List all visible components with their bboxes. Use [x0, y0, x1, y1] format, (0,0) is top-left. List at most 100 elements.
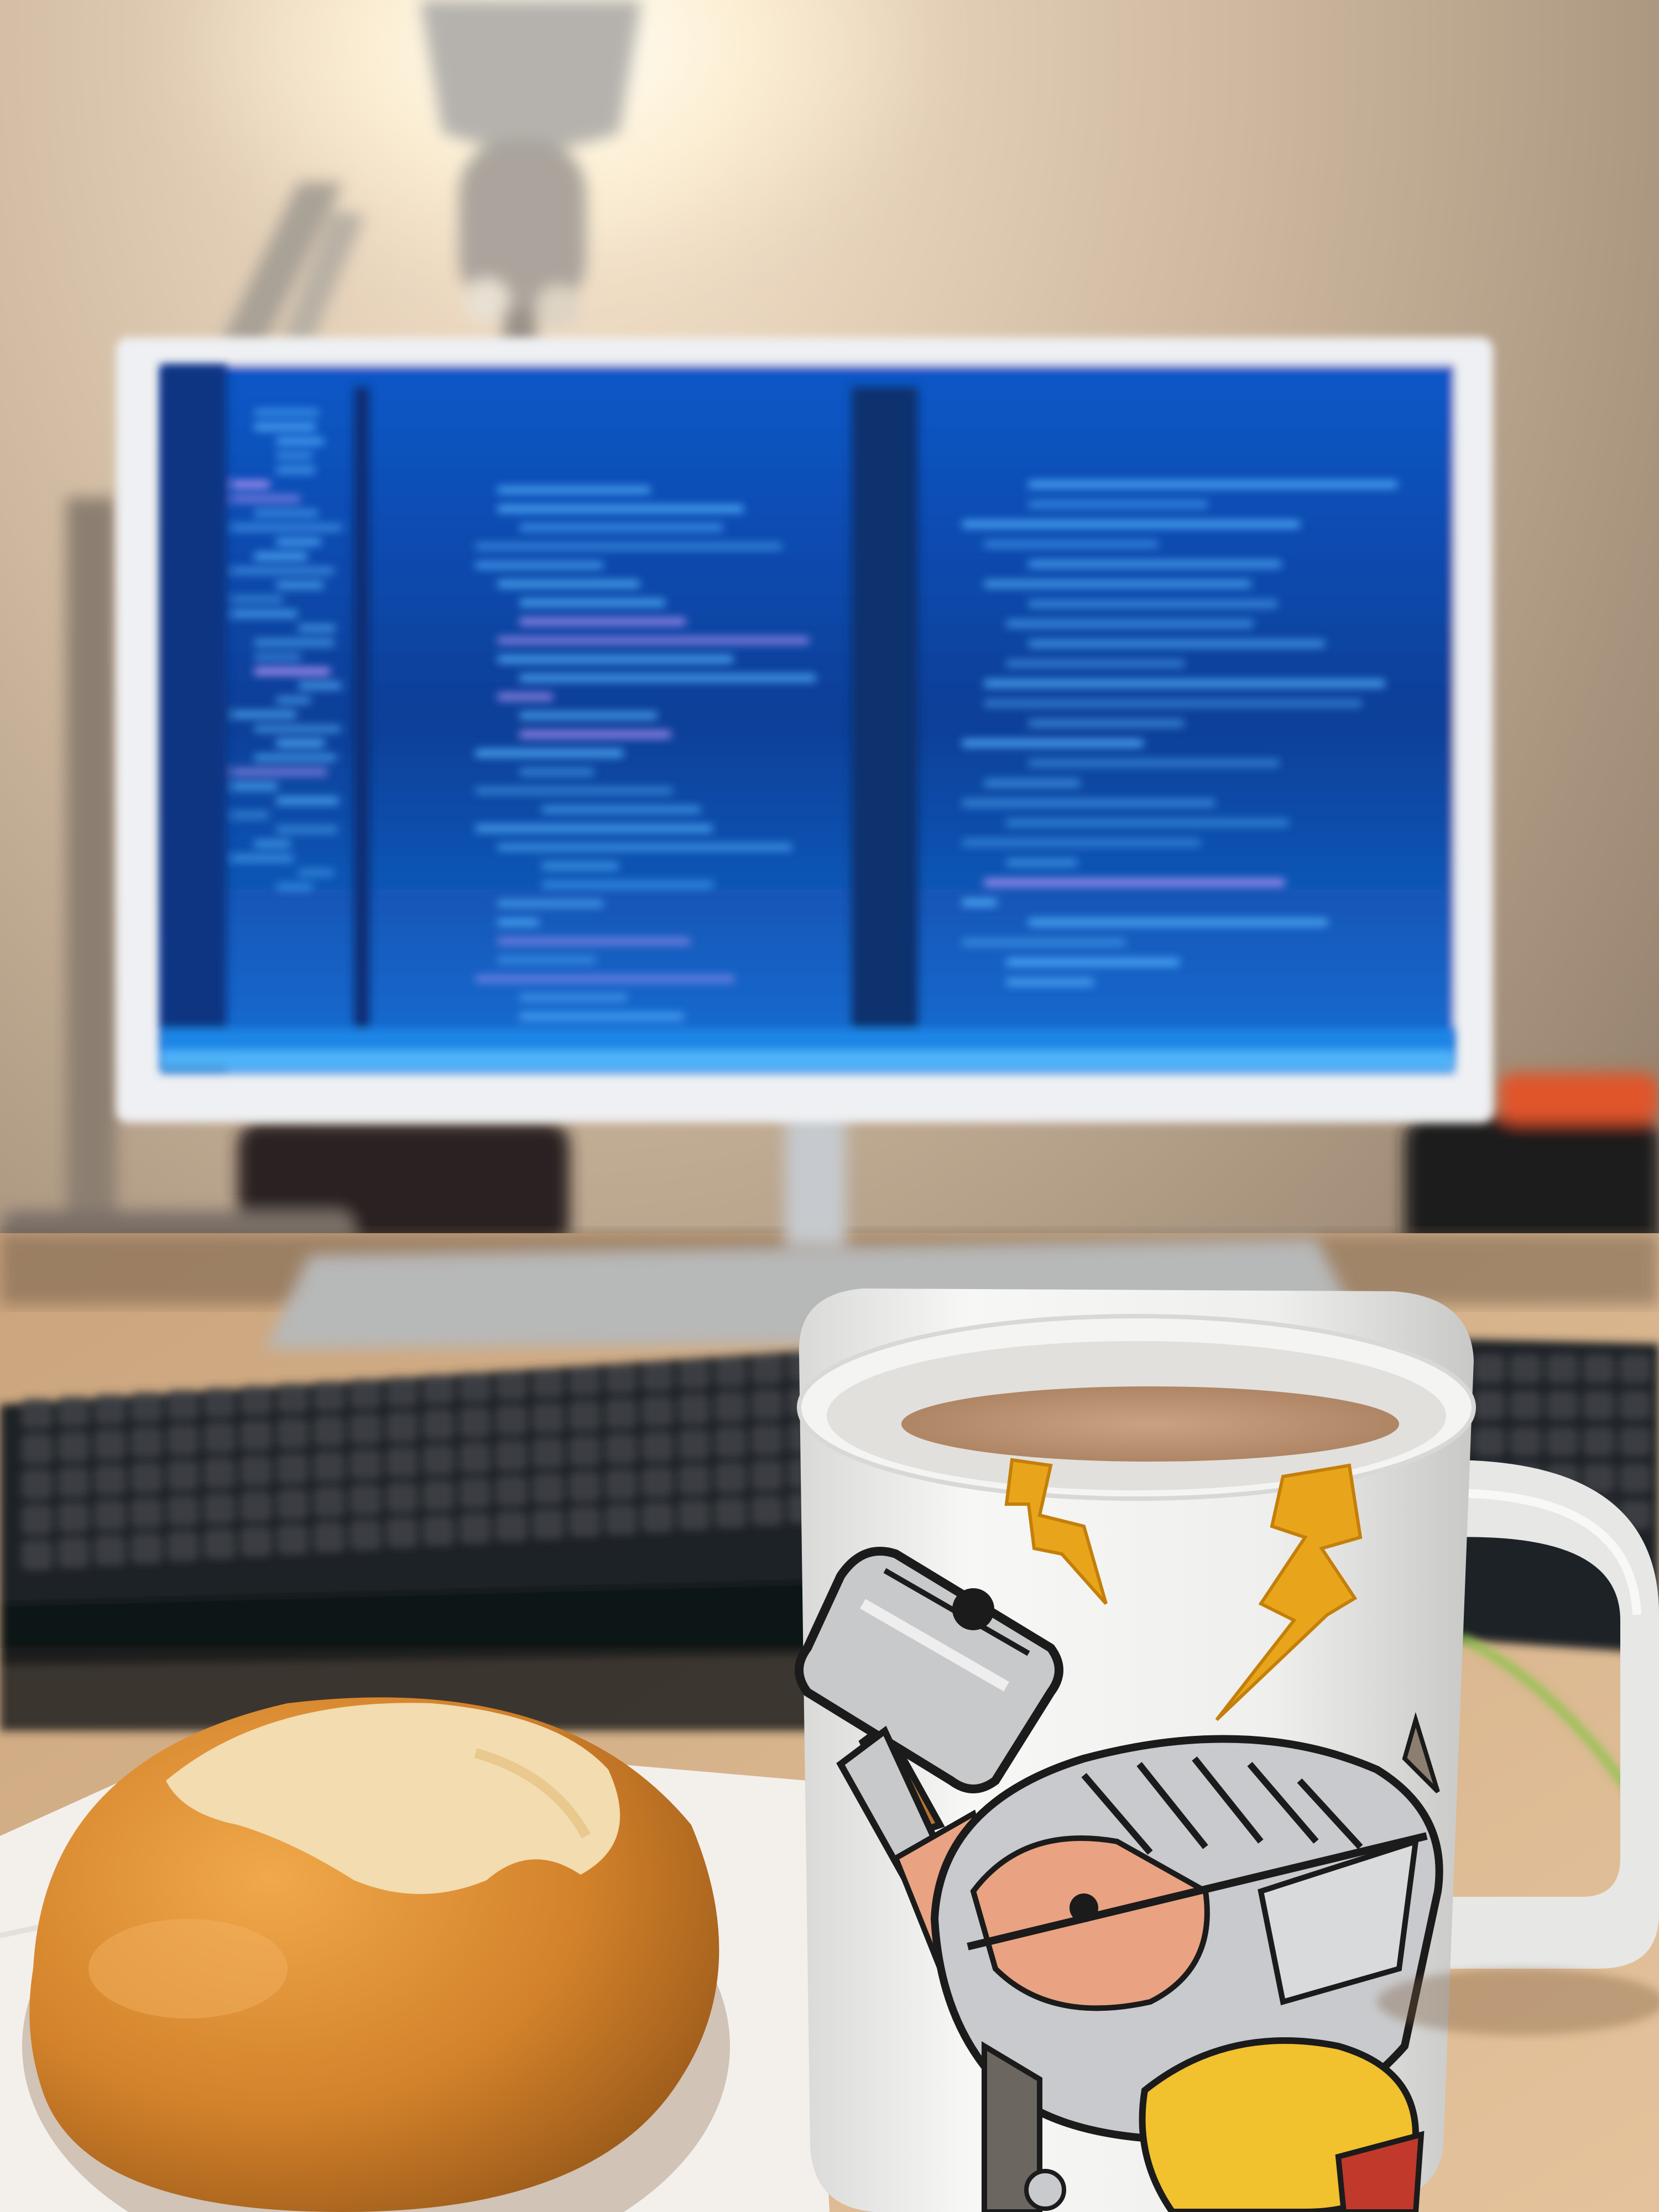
code-line [276, 582, 324, 588]
code-line [984, 780, 1080, 786]
keyboard-key [132, 1463, 161, 1492]
keyboard-key [570, 1366, 599, 1395]
keyboard-key [1620, 1464, 1650, 1492]
keyboard-key [168, 1461, 198, 1490]
keyboard-key [314, 1381, 344, 1410]
keyboard-key [1547, 1428, 1577, 1455]
code-line [962, 740, 1144, 747]
keyboard-key [533, 1439, 563, 1468]
code-line [1029, 640, 1325, 647]
code-line [254, 726, 341, 732]
keyboard-key [460, 1514, 490, 1543]
keyboard-key [387, 1519, 417, 1547]
keyboard-key [1620, 1391, 1650, 1419]
keyboard-key [752, 1461, 782, 1490]
code-line [254, 424, 316, 430]
keyboard-key [205, 1423, 234, 1452]
keyboard-key [22, 1399, 52, 1428]
code-line [299, 869, 333, 876]
keyboard-key [278, 1490, 307, 1519]
code-line [962, 899, 997, 906]
code-line [962, 839, 1201, 846]
keyboard-key [241, 1457, 271, 1485]
keyboard-key [752, 1390, 782, 1419]
keyboard-key [643, 1397, 672, 1426]
keyboard-key [205, 1459, 234, 1488]
keyboard-key [132, 1499, 161, 1527]
code-line [520, 618, 686, 625]
keyboard-key [241, 1421, 271, 1450]
keyboard-key [570, 1437, 599, 1465]
keyboard-key [95, 1501, 125, 1530]
code-line [498, 844, 792, 851]
code-line [520, 599, 665, 606]
keyboard-key [570, 1472, 599, 1501]
keyboard-key [314, 1417, 344, 1446]
keyboard-key [1511, 1355, 1541, 1383]
code-line [520, 731, 671, 738]
keyboard-key [752, 1426, 782, 1454]
keyboard-key [1474, 1355, 1504, 1383]
keyboard-key [314, 1523, 344, 1552]
keyboard-key [241, 1492, 271, 1521]
keyboard-key [1620, 1355, 1650, 1383]
code-line [962, 800, 1215, 806]
code-line [276, 884, 313, 890]
code-line [276, 740, 325, 747]
keyboard-key [95, 1465, 125, 1494]
keyboard-key [351, 1521, 380, 1550]
keyboard-key [1547, 1355, 1577, 1383]
keyboard-key [59, 1397, 88, 1426]
keyboard-key [314, 1488, 344, 1516]
code-line [542, 806, 701, 813]
keyboard-key [59, 1468, 88, 1496]
code-line [254, 553, 307, 560]
code-line [232, 769, 327, 775]
code-line [498, 693, 553, 700]
code-line [254, 841, 291, 847]
code-line [520, 994, 627, 1001]
keyboard-key [679, 1395, 709, 1423]
keyboard-key [1511, 1428, 1541, 1455]
keyboard-key [241, 1386, 271, 1415]
code-line [254, 510, 319, 517]
code-line [984, 700, 1362, 707]
code-line [254, 654, 301, 660]
keyboard-key [606, 1505, 636, 1534]
keyboard-key [424, 1410, 453, 1439]
code-line [276, 826, 337, 833]
keyboard-key [387, 1412, 417, 1441]
keyboard-key [95, 1430, 125, 1459]
code-line [1006, 959, 1180, 966]
keyboard-key [205, 1530, 234, 1558]
code-line [1006, 820, 1288, 826]
keyboard-key [424, 1516, 453, 1545]
keyboard-key [132, 1428, 161, 1457]
code-line [962, 939, 1126, 946]
keyboard-key [679, 1465, 709, 1494]
code-line [1029, 720, 1184, 727]
keyboard-key [643, 1468, 672, 1496]
keyboard-key [533, 1510, 563, 1538]
keyboard-key [1584, 1428, 1614, 1455]
code-line [232, 567, 334, 574]
keyboard-key [643, 1503, 672, 1532]
keyboard-key [716, 1463, 745, 1492]
code-line [276, 467, 315, 473]
photo-canvas [0, 0, 1659, 2212]
code-line [476, 750, 623, 757]
keyboard-key [497, 1406, 526, 1434]
code-line [1029, 561, 1281, 567]
code-line [1006, 979, 1094, 985]
keyboard-key [22, 1434, 52, 1463]
keyboard-key [205, 1388, 234, 1417]
keyboard-key [168, 1426, 198, 1454]
code-line [520, 769, 594, 775]
keyboard-key [424, 1375, 453, 1404]
code-line [498, 656, 733, 662]
code-line [984, 879, 1285, 886]
keyboard-key [1547, 1391, 1577, 1419]
code-line [520, 675, 816, 681]
code-line [542, 863, 619, 869]
code-line [476, 825, 713, 832]
